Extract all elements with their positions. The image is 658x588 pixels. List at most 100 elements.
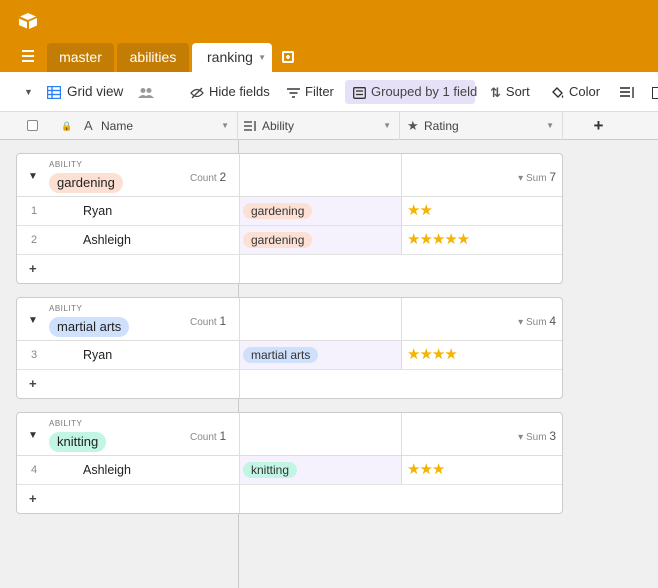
divider [239, 413, 240, 456]
add-record-row[interactable]: + [17, 370, 562, 398]
table-row[interactable]: 4 Ashleigh knitting ★★★ [17, 456, 562, 485]
color-label: Color [569, 84, 601, 99]
chevron-down-icon[interactable]: ▼ [258, 43, 266, 72]
column-ability-header[interactable]: Ability ▼ [238, 112, 400, 140]
collapse-icon[interactable]: ▼ [28, 315, 38, 326]
rating-cell[interactable]: ★★★★ [401, 341, 562, 369]
divider [239, 255, 240, 283]
color-button[interactable]: Color [551, 72, 600, 112]
ability-cell[interactable]: martial arts [239, 341, 401, 369]
rating-cell[interactable]: ★★★★★ [401, 226, 562, 254]
tab-master[interactable]: master [47, 43, 114, 72]
grid-icon [47, 86, 61, 100]
tab-abilities[interactable]: abilities [117, 43, 189, 72]
table-row[interactable]: 1 Ryan gardening ★★ [17, 197, 562, 226]
name-cell[interactable]: Ryan [83, 348, 112, 362]
ability-pill: gardening [243, 232, 313, 248]
table-row[interactable]: 3 Ryan martial arts ★★★★ [17, 341, 562, 370]
tab-ranking[interactable]: ranking ▼ [192, 43, 272, 72]
add-record-row[interactable]: + [17, 485, 562, 513]
count-label: Count [190, 432, 217, 443]
group-header[interactable]: ▼ ABILITY knitting Count 1 ▾ Sum 3 [17, 413, 562, 456]
view-name: Grid view [67, 84, 124, 99]
sort-icon: ⇅ [490, 84, 501, 100]
view-toolbar: ▼ Grid view Hide fields Filter Grouped b… [0, 72, 658, 112]
add-record-row[interactable]: + [17, 255, 562, 283]
rating-stars: ★★ [407, 202, 433, 219]
row-height-icon [620, 86, 634, 98]
airtable-logo-icon[interactable] [18, 12, 38, 30]
views-toggle-icon[interactable]: ▼ [24, 72, 33, 112]
group-header[interactable]: ▼ ABILITY gardening Count 2 ▾ Sum 7 [17, 154, 562, 197]
group-sum[interactable]: ▾ Sum 7 [518, 170, 556, 184]
add-column-button[interactable]: + [563, 112, 658, 140]
filter-button[interactable]: Filter [287, 72, 334, 112]
chevron-down-icon[interactable]: ▼ [383, 112, 391, 140]
group-field-label: ABILITY [49, 419, 83, 428]
link-field-icon [244, 121, 256, 131]
add-record-button[interactable]: + [29, 491, 37, 506]
star-field-icon: ★ [407, 118, 419, 133]
row-height-button[interactable] [620, 72, 639, 112]
sum-label: Sum [525, 317, 547, 328]
column-rating-header[interactable]: ★ Rating ▼ [400, 112, 563, 140]
hide-fields-label: Hide fields [209, 84, 270, 99]
add-table-icon[interactable] [282, 51, 294, 63]
app-header [0, 0, 658, 43]
group-button[interactable]: Grouped by 1 field [353, 72, 477, 112]
table-row[interactable]: 2 Ashleigh gardening ★★★★★ [17, 226, 562, 255]
group-count: Count 1 [190, 429, 226, 443]
rating-cell[interactable]: ★★★ [401, 456, 562, 484]
ability-cell[interactable]: knitting [239, 456, 401, 484]
collapse-icon[interactable]: ▼ [28, 171, 38, 182]
ability-cell[interactable]: gardening [239, 197, 401, 225]
sort-button[interactable]: ⇅ Sort [490, 72, 530, 112]
count-value: 1 [219, 429, 227, 443]
view-switcher[interactable]: Grid view [47, 72, 123, 112]
add-record-button[interactable]: + [29, 376, 37, 391]
lock-icon: 🔒 [61, 121, 73, 131]
ability-pill: martial arts [243, 347, 319, 363]
divider [239, 298, 240, 341]
group-value-pill: martial arts [49, 317, 130, 337]
ability-pill: knitting [243, 462, 298, 478]
divider [239, 370, 240, 398]
row-number: 4 [31, 464, 38, 476]
name-cell[interactable]: Ashleigh [83, 463, 131, 477]
ability-cell[interactable]: gardening [239, 226, 401, 254]
name-cell[interactable]: Ashleigh [83, 233, 131, 247]
primary-header: 🔒 A Name ▼ [0, 112, 238, 140]
column-name-label[interactable]: Name [101, 112, 133, 140]
collaborators-icon[interactable] [138, 72, 159, 112]
more-icon[interactable] [652, 72, 658, 112]
divider [401, 298, 402, 341]
group-martial-arts: ▼ ABILITY martial arts Count 1 ▾ Sum 4 3… [16, 297, 563, 399]
group-field-label: ABILITY [49, 304, 83, 313]
text-field-icon: A [84, 118, 93, 133]
name-cell[interactable]: Ryan [83, 204, 112, 218]
divider [401, 154, 402, 197]
divider [239, 154, 240, 197]
collapse-icon[interactable]: ▼ [28, 430, 38, 441]
sort-label: Sort [505, 84, 530, 99]
column-header-row: 🔒 A Name ▼ Ability ▼ ★ Rating ▼ + [0, 112, 658, 140]
chevron-down-icon[interactable]: ▼ [221, 112, 229, 140]
rating-cell[interactable]: ★★ [401, 197, 562, 225]
tab-ranking-label: ranking [207, 49, 253, 65]
select-all-checkbox[interactable] [27, 120, 38, 131]
group-sum[interactable]: ▾ Sum 3 [518, 429, 556, 443]
group-sum[interactable]: ▾ Sum 4 [518, 314, 556, 328]
menu-icon[interactable] [22, 50, 34, 64]
rating-stars: ★★★ [407, 461, 445, 478]
group-count: Count 1 [190, 314, 226, 328]
add-record-button[interactable]: + [29, 261, 37, 276]
group-header[interactable]: ▼ ABILITY martial arts Count 1 ▾ Sum 4 [17, 298, 562, 341]
group-label: Grouped by 1 field [371, 84, 478, 99]
hide-fields-button[interactable]: Hide fields [190, 72, 270, 112]
rating-stars: ★★★★★ [407, 231, 470, 248]
group-knitting: ▼ ABILITY knitting Count 1 ▾ Sum 3 4 Ash… [16, 412, 563, 514]
ability-pill: gardening [243, 203, 313, 219]
column-rating-label: Rating [424, 119, 459, 133]
divider [401, 413, 402, 456]
chevron-down-icon[interactable]: ▼ [546, 112, 554, 140]
